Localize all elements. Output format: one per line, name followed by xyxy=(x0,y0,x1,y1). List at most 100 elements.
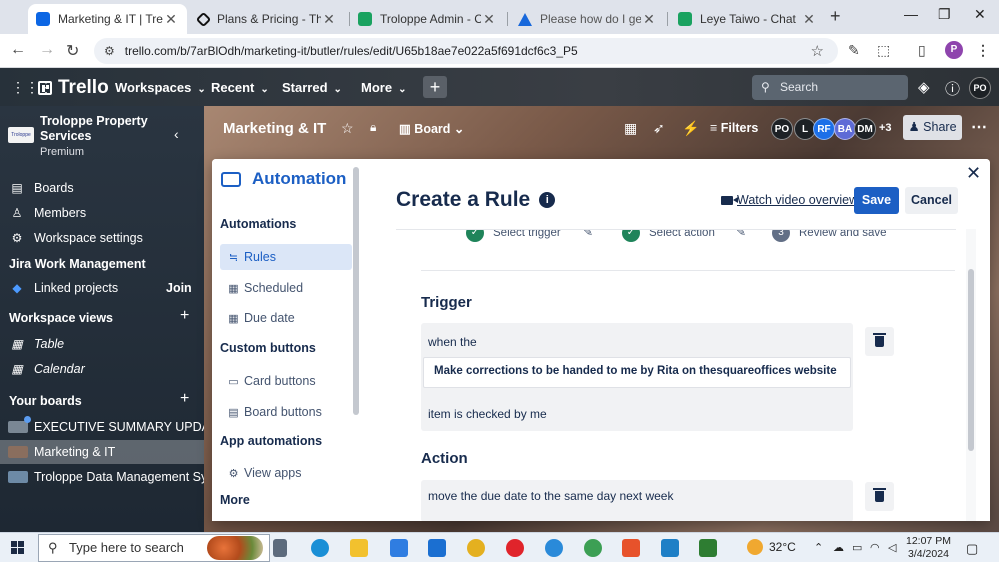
restore-icon[interactable]: ❐ xyxy=(938,6,951,23)
windows-start-icon[interactable] xyxy=(11,541,25,555)
close-tab-icon[interactable]: ✕ xyxy=(801,11,817,28)
bookmark-star-icon[interactable]: ☆ xyxy=(811,42,824,60)
volume-icon[interactable]: ◁ xyxy=(888,541,896,554)
browser-tab[interactable]: Leye Taiwo - Chat ✕ xyxy=(670,4,825,34)
board-view-switcher[interactable]: ▥ Board ⌄ xyxy=(399,121,464,136)
site-info-icon[interactable]: ⚙ xyxy=(104,44,115,58)
store-icon[interactable] xyxy=(390,539,408,557)
battery-icon[interactable]: ▭ xyxy=(852,541,862,554)
member-avatar[interactable]: BA xyxy=(834,118,856,140)
wifi-icon[interactable]: ◠ xyxy=(870,541,880,554)
chrome-icon[interactable] xyxy=(467,539,485,557)
power-ups-icon[interactable]: ➶ xyxy=(653,120,665,137)
cloud-icon[interactable]: ☁ xyxy=(833,541,844,554)
close-window-icon[interactable]: ✕ xyxy=(974,6,986,23)
taskbar-search-input[interactable]: ⚲ Type here to search xyxy=(38,534,270,562)
cancel-button[interactable]: Cancel xyxy=(905,187,958,214)
back-icon[interactable]: ← xyxy=(10,41,26,59)
forward-icon[interactable]: → xyxy=(39,41,55,59)
calendar-icon[interactable]: ▦ xyxy=(624,120,637,137)
sidepanel-icon[interactable]: ▯ xyxy=(918,42,926,59)
menu-recent[interactable]: Recent ⌄ xyxy=(211,80,269,95)
content-scrollbar[interactable] xyxy=(968,269,974,451)
step-review-and-save[interactable]: 3 Review and save xyxy=(772,230,887,242)
automation-item-rules[interactable]: ≒ Rules xyxy=(220,244,352,270)
join-button[interactable]: Join xyxy=(166,281,192,295)
edit-pencil-icon[interactable]: ✎ xyxy=(583,230,593,239)
workspace-name[interactable]: Troloppe Property Services xyxy=(40,114,160,144)
sidebar-board-item[interactable]: Troloppe Data Management Sy... xyxy=(0,465,204,489)
mail-icon[interactable] xyxy=(428,539,446,557)
close-tab-icon[interactable]: ✕ xyxy=(163,11,179,28)
step-select-trigger[interactable]: ✓ Select trigger xyxy=(466,230,561,242)
pen-icon[interactable]: ✎ xyxy=(848,42,860,59)
add-view-icon[interactable]: + xyxy=(180,307,189,325)
action-card[interactable]: move the due date to the same day next w… xyxy=(421,480,853,521)
automation-item-board-buttons[interactable]: ▤ Board buttons xyxy=(220,399,352,425)
vscode-icon[interactable] xyxy=(661,539,679,557)
automation-item-view-apps[interactable]: ⚙ View apps xyxy=(220,460,352,486)
step-select-action[interactable]: ✓ Select action xyxy=(622,230,715,242)
more-members-count[interactable]: +3 xyxy=(879,122,892,134)
browser-profile-avatar[interactable]: P xyxy=(945,41,963,59)
sidebar-item-boards[interactable]: ▤ Boards xyxy=(0,176,204,200)
share-button[interactable]: ♟ Share xyxy=(903,115,962,140)
automation-item-due-date[interactable]: ▦ Due date xyxy=(220,305,352,331)
edge-icon[interactable] xyxy=(311,539,329,557)
system-clock[interactable]: 12:07 PM 3/4/2024 xyxy=(906,535,951,561)
app-icon[interactable] xyxy=(545,539,563,557)
weather-widget[interactable]: 32°C xyxy=(747,539,796,555)
user-avatar[interactable]: PO xyxy=(969,77,991,99)
extensions-icon[interactable]: ⬚ xyxy=(877,42,890,59)
delete-trigger-button[interactable] xyxy=(865,327,894,356)
sidebar-item-calendar[interactable]: ▦ Calendar xyxy=(0,357,204,381)
sidebar-scrollbar[interactable] xyxy=(353,167,359,415)
app-icon[interactable] xyxy=(622,539,640,557)
reload-icon[interactable]: ↻ xyxy=(66,41,79,61)
browser-tab[interactable]: Marketing & IT | Trello ✕ xyxy=(28,4,187,34)
browser-tab[interactable]: Please how do I get to m ✕ xyxy=(510,4,665,34)
automation-item-scheduled[interactable]: ▦ Scheduled xyxy=(220,275,352,301)
create-button[interactable]: + xyxy=(423,76,447,98)
sidebar-board-item[interactable]: Marketing & IT xyxy=(0,440,204,464)
filters-button[interactable]: ≡ Filters xyxy=(710,121,758,135)
app-icon[interactable] xyxy=(699,539,717,557)
info-icon[interactable]: i xyxy=(539,192,556,208)
checklist-item-field[interactable]: Make corrections to be handed to me by R… xyxy=(423,357,851,388)
opera-icon[interactable] xyxy=(506,539,524,557)
trello-logo[interactable]: Trello xyxy=(38,77,109,99)
whats-new-icon[interactable]: ◈ xyxy=(918,78,930,96)
watch-video-link[interactable]: Watch video overview xyxy=(721,193,858,207)
help-icon[interactable]: ⓘ xyxy=(945,78,960,99)
add-board-icon[interactable]: + xyxy=(180,390,189,408)
board-title[interactable]: Marketing & IT xyxy=(223,120,326,137)
search-input[interactable]: ⚲ Search xyxy=(752,75,908,100)
url-field[interactable]: ⚙ trello.com/b/7arBlOdh/marketing-it/but… xyxy=(94,38,838,64)
notifications-icon[interactable]: ▢ xyxy=(966,541,978,557)
lock-icon[interactable]: 🔒︎ xyxy=(370,120,376,135)
file-explorer-icon[interactable] xyxy=(350,539,368,557)
save-button[interactable]: Save xyxy=(854,187,899,214)
close-tab-icon[interactable]: ✕ xyxy=(321,11,337,28)
board-menu-icon[interactable]: ⋯ xyxy=(971,117,987,137)
new-tab-icon[interactable]: + xyxy=(830,6,841,27)
member-avatar[interactable]: RF xyxy=(813,118,835,140)
automation-icon[interactable]: ⚡ xyxy=(682,120,699,137)
star-icon[interactable]: ☆ xyxy=(341,120,354,137)
browser-tab[interactable]: Plans & Pricing - The Squ ✕ xyxy=(190,4,345,34)
delete-action-button[interactable] xyxy=(865,482,894,511)
close-tab-icon[interactable]: ✕ xyxy=(641,11,657,28)
minimize-icon[interactable]: — xyxy=(904,6,918,22)
browser-menu-icon[interactable]: ⋮ xyxy=(976,42,990,59)
menu-starred[interactable]: Starred ⌄ xyxy=(282,80,342,95)
member-avatar[interactable]: PO xyxy=(771,118,793,140)
member-avatar[interactable]: DM xyxy=(854,118,876,140)
chrome-profile-icon[interactable] xyxy=(584,539,602,557)
chevron-up-icon[interactable]: ⌃ xyxy=(814,541,823,554)
collapse-sidebar-icon[interactable]: ‹ xyxy=(174,126,179,142)
close-tab-icon[interactable]: ✕ xyxy=(481,11,497,28)
automation-item-card-buttons[interactable]: ▭ Card buttons xyxy=(220,368,352,394)
menu-more[interactable]: More ⌄ xyxy=(361,80,406,95)
trigger-card[interactable]: when the Make corrections to be handed t… xyxy=(421,323,853,431)
close-icon[interactable]: ✕ xyxy=(966,163,981,184)
